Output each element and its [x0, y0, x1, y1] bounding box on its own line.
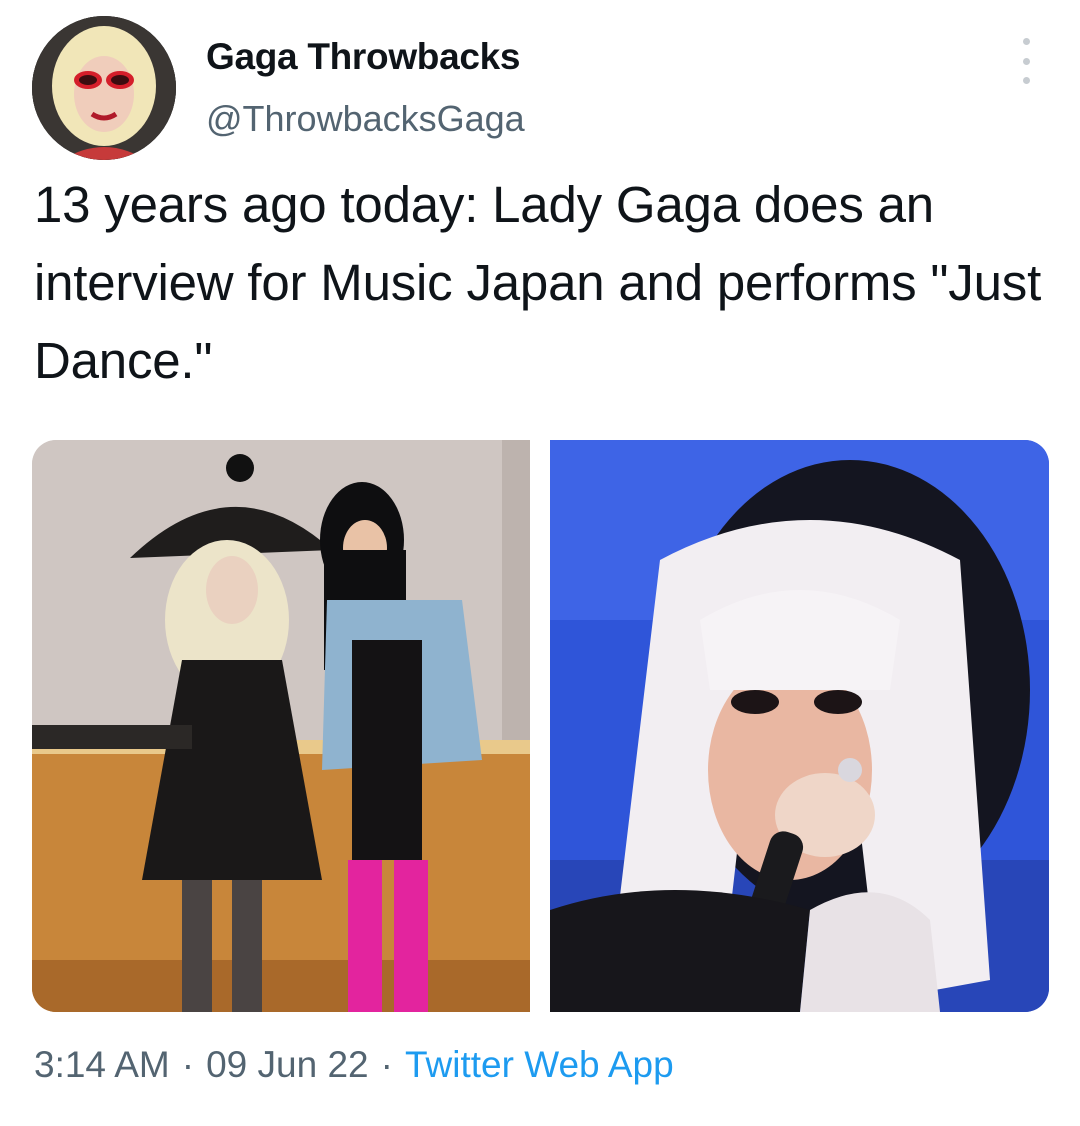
tweet-text: 13 years ago today: Lady Gaga does an in… — [34, 176, 1042, 389]
more-options-button[interactable] — [1012, 38, 1040, 84]
photo-icon — [550, 440, 1049, 1012]
photo-icon — [32, 440, 530, 1012]
tweet-meta: 3:14 AM · 09 Jun 22 · Twitter Web App — [34, 1044, 674, 1086]
more-icon — [1022, 77, 1030, 84]
more-icon — [1022, 57, 1030, 65]
meta-separator: · — [181, 1044, 195, 1085]
avatar-icon — [32, 16, 176, 160]
tweet-photo-2[interactable] — [550, 440, 1049, 1012]
tweet-date[interactable]: 09 Jun 22 — [206, 1044, 369, 1086]
display-name[interactable]: Gaga Throwbacks — [206, 36, 521, 78]
avatar[interactable] — [32, 16, 176, 160]
meta-separator: · — [380, 1044, 393, 1085]
tweet-time[interactable]: 3:14 AM — [34, 1044, 170, 1086]
tweet-source-link[interactable]: Twitter Web App — [405, 1044, 674, 1086]
more-icon — [1022, 38, 1030, 45]
handle[interactable]: @ThrowbacksGaga — [206, 98, 525, 140]
tweet-photo-1[interactable] — [32, 440, 530, 1012]
